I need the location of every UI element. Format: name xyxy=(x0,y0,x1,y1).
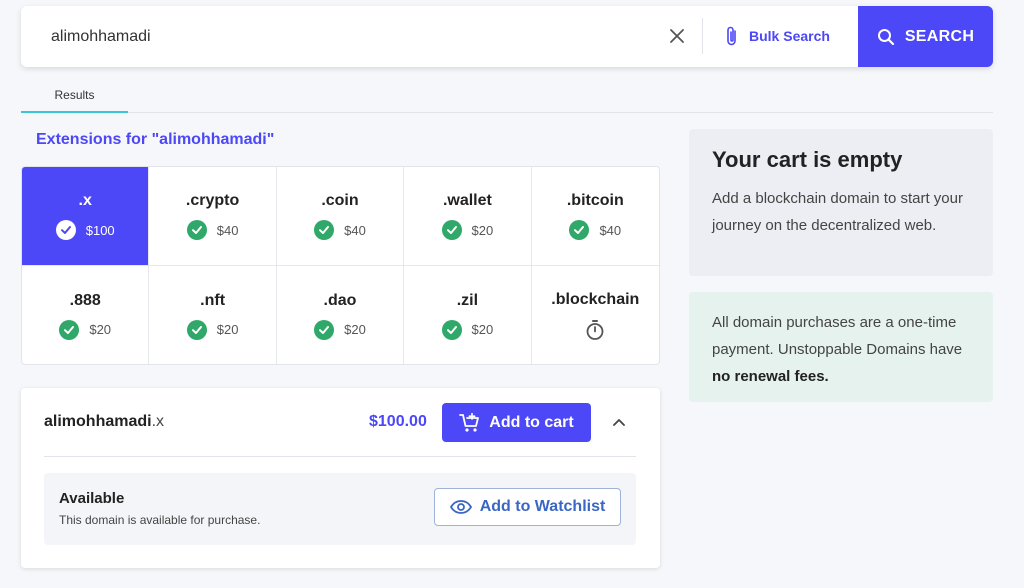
extension-option-dao[interactable]: .dao $20 xyxy=(277,266,405,364)
extension-name: .zil xyxy=(456,291,479,309)
extension-option-zil[interactable]: .zil $20 xyxy=(404,266,532,364)
extension-option-888[interactable]: .888 $20 xyxy=(22,266,150,364)
search-button[interactable]: SEARCH xyxy=(858,6,993,67)
add-to-cart-label: Add to cart xyxy=(489,413,574,431)
cart-title: Your cart is empty xyxy=(712,147,903,172)
eye-icon xyxy=(449,500,472,514)
extension-option-wallet[interactable]: .wallet $20 xyxy=(404,167,532,266)
chevron-up-icon xyxy=(613,419,625,426)
extension-price: $20 xyxy=(471,222,494,238)
domain-card: alimohhamadi.x $100.00 Add to cart Avail… xyxy=(21,388,660,568)
bulk-search-button[interactable]: Bulk Search xyxy=(725,22,830,50)
check-circle-icon xyxy=(441,319,462,340)
extension-name: .crypto xyxy=(185,192,240,209)
collapse-button[interactable] xyxy=(609,412,629,432)
search-icon xyxy=(877,28,894,45)
availability-box: Available This domain is available for p… xyxy=(44,473,636,545)
extension-name: .nft xyxy=(200,291,226,309)
extension-name: .blockchain xyxy=(551,290,640,308)
check-circle-icon xyxy=(569,220,590,240)
check-circle-icon xyxy=(55,220,76,240)
extension-option-nft[interactable]: .nft $20 xyxy=(149,266,277,364)
extension-option-coin[interactable]: .coin $40 xyxy=(276,167,405,266)
extension-price-row: $20 xyxy=(314,319,366,340)
extension-price: $20 xyxy=(216,322,239,337)
watchlist-label: Add to Watchlist xyxy=(479,498,606,515)
tab-results[interactable]: Results xyxy=(21,78,128,113)
extension-price-row: $40 xyxy=(314,220,366,240)
add-to-watchlist-button[interactable]: Add to Watchlist xyxy=(434,488,621,526)
extension-name: .coin xyxy=(321,192,359,209)
extension-price-row: $20 xyxy=(441,319,494,340)
clear-search-button[interactable] xyxy=(665,24,689,48)
check-circle-icon xyxy=(441,220,462,240)
extension-price: $40 xyxy=(599,222,622,238)
bulk-search-label: Bulk Search xyxy=(749,28,830,44)
domain-ext: .x xyxy=(151,413,165,430)
extensions-grid: .x $100 .crypto $40 .coin $40 .wallet $2… xyxy=(21,166,660,365)
extension-price-row xyxy=(585,319,605,341)
extension-price-row: $40 xyxy=(569,220,621,240)
info-bold-text: no renewal fees. xyxy=(712,368,829,385)
paperclip-icon xyxy=(727,26,736,46)
extension-option-crypto[interactable]: .crypto $40 xyxy=(149,167,277,266)
check-circle-icon xyxy=(59,319,80,340)
extension-name: .wallet xyxy=(442,192,492,209)
extension-name: .dao xyxy=(323,291,357,309)
close-icon xyxy=(670,29,684,43)
extension-price-row: $40 xyxy=(186,220,239,240)
search-input[interactable] xyxy=(51,27,651,46)
domain-name: alimohhamadi.x xyxy=(44,413,164,431)
extension-name: .x xyxy=(78,192,92,209)
extension-option-bitcoin[interactable]: .bitcoin $40 xyxy=(531,167,659,266)
check-circle-icon xyxy=(186,319,207,340)
info-text: All domain purchases are a one-time paym… xyxy=(712,314,963,358)
extension-price: $40 xyxy=(216,222,239,238)
cart-description: Add a blockchain domain to start your jo… xyxy=(712,190,963,234)
availability-text: This domain is available for purchase. xyxy=(59,513,261,527)
search-bar: Bulk Search SEARCH xyxy=(21,6,993,67)
results-tabs: Results xyxy=(21,78,993,113)
cart-plus-icon xyxy=(459,412,480,432)
extension-name: .888 xyxy=(69,291,101,309)
extension-price: $20 xyxy=(344,322,366,337)
extensions-heading: Extensions for "alimohhamadi" xyxy=(36,131,275,148)
availability-title: Available xyxy=(59,490,125,507)
extension-option-x[interactable]: .x $100 xyxy=(22,167,150,266)
renewal-info-panel: All domain purchases are a one-time paym… xyxy=(689,292,993,402)
check-circle-icon xyxy=(186,220,207,240)
extension-price-row: $20 xyxy=(441,220,494,240)
search-button-label: SEARCH xyxy=(904,27,975,45)
extension-price: $40 xyxy=(344,222,366,238)
extension-price: $20 xyxy=(89,322,112,337)
stopwatch-icon xyxy=(586,319,604,340)
check-circle-icon xyxy=(314,220,335,240)
card-divider xyxy=(44,456,636,457)
extension-option-blockchain[interactable]: .blockchain xyxy=(532,266,659,364)
domain-base: alimohhamadi xyxy=(44,413,152,430)
search-divider xyxy=(702,18,703,54)
check-circle-icon xyxy=(314,319,335,340)
extension-price-row: $20 xyxy=(59,319,112,340)
add-to-cart-button[interactable]: Add to cart xyxy=(442,403,591,442)
extension-name: .bitcoin xyxy=(566,192,624,209)
extension-price: $100 xyxy=(85,222,115,238)
extension-price: $20 xyxy=(471,322,494,337)
domain-price: $100.00 xyxy=(369,413,427,430)
extension-price-row: $20 xyxy=(186,319,239,340)
cart-panel: Your cart is empty Add a blockchain doma… xyxy=(689,129,993,276)
extension-price-row: $100 xyxy=(55,220,115,240)
